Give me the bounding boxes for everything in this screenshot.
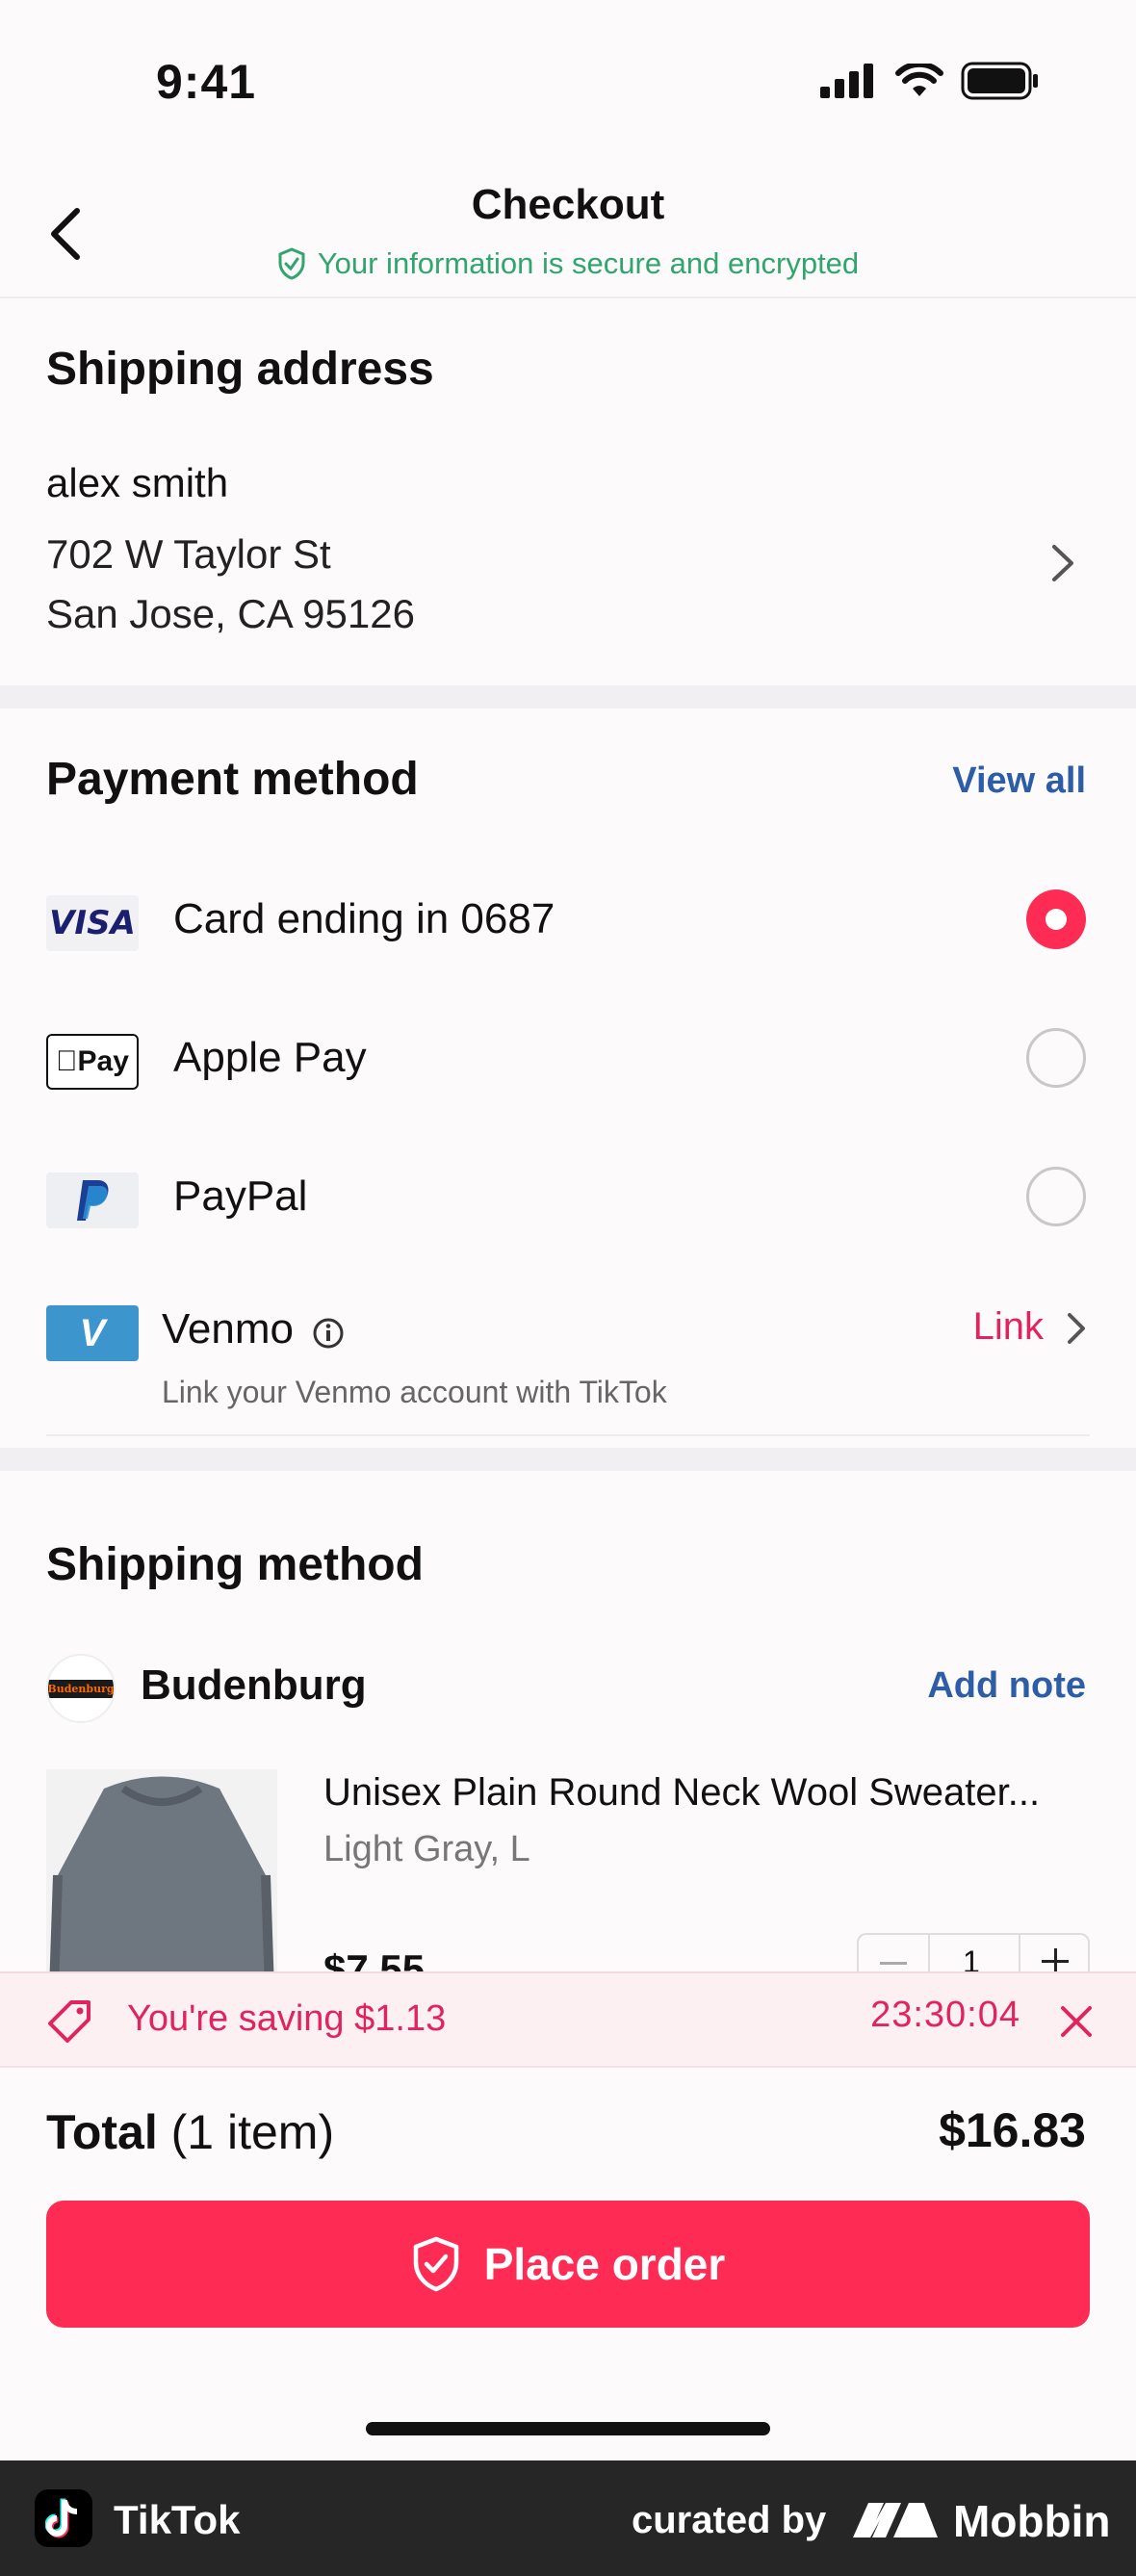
section-divider [0, 1448, 1136, 1471]
tiktok-logo-icon [35, 2489, 92, 2547]
product-title: Unisex Plain Round Neck Wool Sweater... [323, 1771, 1041, 1814]
shop-name: Budenburg [141, 1662, 367, 1709]
radio-card-selected[interactable] [1026, 889, 1086, 949]
mobbin-logo-icon [853, 2503, 938, 2537]
product-price-clipped: $7.55 [323, 1950, 516, 1971]
apple-pay-logo-icon: Pay [46, 1034, 139, 1090]
radio-apple-pay[interactable] [1026, 1028, 1086, 1088]
wifi-icon [895, 64, 943, 96]
savings-banner: You're saving $1.13 23:30:04 [0, 1971, 1136, 2068]
venmo-chevron-right-icon[interactable] [1059, 1307, 1094, 1350]
secure-text: Your information is secure and encrypted [317, 246, 860, 280]
shield-check-icon [413, 2236, 458, 2292]
paypal-logo-icon [46, 1172, 139, 1228]
info-icon[interactable] [312, 1317, 345, 1350]
place-order-label: Place order [483, 2239, 726, 2289]
payment-option-paypal[interactable]: PayPal [0, 1142, 1136, 1257]
add-note-link[interactable]: Add note [927, 1665, 1086, 1707]
payment-method-title: Payment method [46, 754, 419, 805]
payment-option-apple-pay[interactable]: Pay Apple Pay [0, 1003, 1136, 1119]
status-bar: 9:41 [0, 0, 1136, 164]
close-icon[interactable] [1059, 2004, 1094, 2039]
shipping-method-title: Shipping method [46, 1539, 424, 1590]
payment-label-paypal: PayPal [173, 1172, 308, 1220]
status-icons [820, 62, 1040, 100]
savings-text: You're saving $1.13 [127, 1998, 447, 2039]
venmo-link-button[interactable]: Link [973, 1305, 1044, 1349]
footer-brand-name: Mobbin [953, 2496, 1111, 2546]
footer-app-name: TikTok [114, 2497, 241, 2542]
address-chevron-right-icon[interactable] [1044, 539, 1082, 587]
visa-logo-icon: VISA [46, 895, 139, 951]
total-amount: $16.83 [939, 2103, 1086, 2157]
view-all-link[interactable]: View all [952, 760, 1086, 802]
radio-paypal[interactable] [1026, 1167, 1086, 1226]
nav-header: Checkout Your information is secure and … [0, 164, 1136, 298]
battery-icon [961, 62, 1038, 100]
venmo-logo-icon: V [46, 1305, 139, 1361]
shipping-address-title: Shipping address [46, 344, 434, 395]
total-item-count: (1 item) [170, 2105, 335, 2159]
address-name: alex smith [46, 460, 229, 505]
tag-icon [48, 2000, 90, 2043]
home-indicator[interactable] [366, 2422, 770, 2435]
product-variant: Light Gray, L [323, 1829, 530, 1869]
countdown-timer: 23:30:04 [870, 1995, 1020, 2035]
footer-curated-text: curated by [632, 2499, 827, 2541]
address-line2: San Jose, CA 95126 [46, 591, 415, 636]
section-divider [0, 685, 1136, 708]
shield-check-icon [278, 247, 305, 280]
minus-icon[interactable] [880, 1962, 907, 1965]
payment-label-venmo: Venmo [162, 1305, 294, 1352]
payment-label-apple-pay: Apple Pay [173, 1034, 367, 1081]
place-order-button[interactable]: Place order [46, 2201, 1090, 2328]
venmo-subtitle: Link your Venmo account with TikTok [162, 1375, 667, 1409]
product-image [46, 1769, 277, 1971]
payment-option-card[interactable]: VISA Card ending in 0687 [0, 864, 1136, 980]
footer-bar: TikTok curated by Mobbin [0, 2460, 1136, 2576]
row-divider [46, 1434, 1090, 1436]
status-time: 9:41 [156, 55, 257, 109]
page-title: Checkout [471, 181, 665, 228]
secure-notice: Your information is secure and encrypted [0, 246, 1136, 281]
quantity-value: 1 [963, 1945, 980, 1971]
quantity-stepper[interactable]: 1 [857, 1933, 1090, 1971]
total-label: Total (1 item) [46, 2105, 335, 2159]
shop-avatar: Budenburg [46, 1654, 116, 1723]
signal-icon [820, 64, 873, 98]
payment-label-card: Card ending in 0687 [173, 895, 555, 942]
address-line1: 702 W Taylor St [46, 531, 331, 577]
